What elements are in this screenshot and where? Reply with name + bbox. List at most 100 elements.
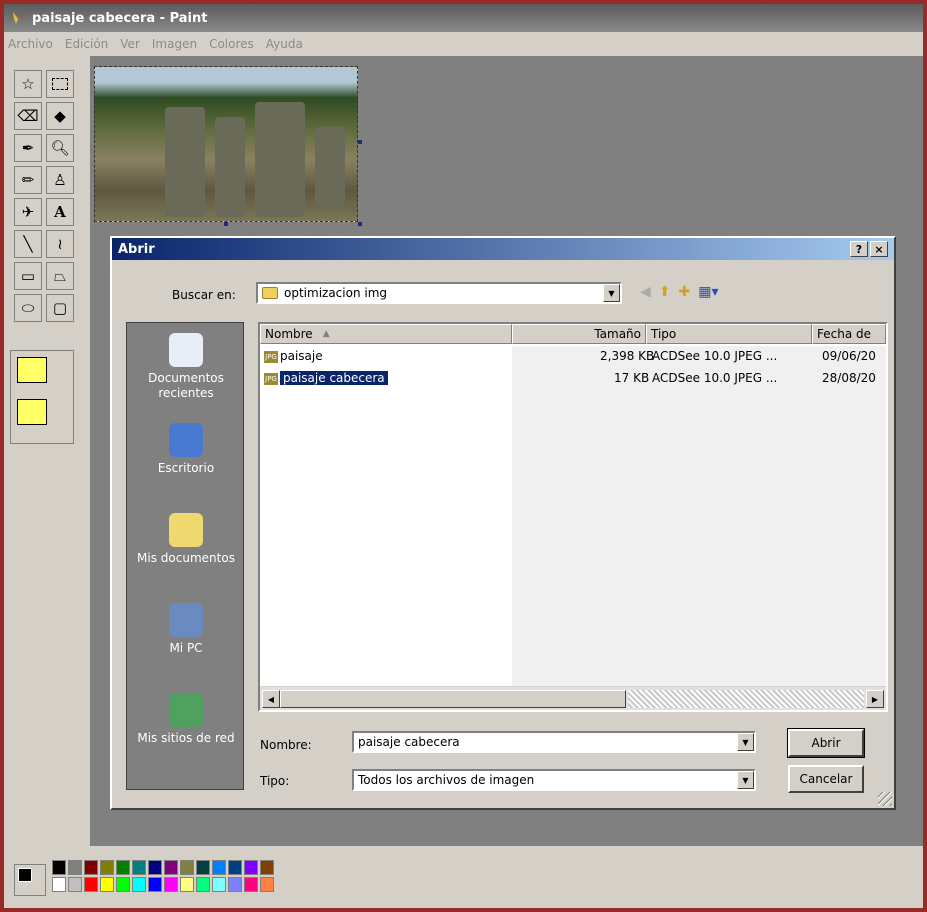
place-recent[interactable]: Documentos recientes [127,333,245,401]
palette-swatch[interactable] [116,877,130,892]
canvas-image[interactable] [94,66,358,222]
nav-toolbar: ◀ ⬆ ✚ ▦▾ [640,284,719,300]
file-row[interactable]: JPG paisaje 2,398 KB ACDSee 10.0 JPEG ...… [260,348,886,366]
menu-ayuda[interactable]: Ayuda [266,37,303,51]
help-button[interactable]: ? [850,241,868,257]
palette-swatch[interactable] [132,877,146,892]
airbrush-tool-icon[interactable]: ✈ [14,198,42,226]
place-my-documents[interactable]: Mis documentos [127,513,245,566]
curve-tool-icon[interactable]: ≀ [46,230,74,258]
file-list[interactable]: Nombre ▲ Tamaño Tipo Fecha de JPG paisaje … [258,322,888,712]
palette-swatch[interactable] [228,877,242,892]
palette-swatch[interactable] [212,877,226,892]
resize-grip[interactable] [878,792,892,806]
open-button[interactable]: Abrir [787,728,865,758]
resize-handle-bottom[interactable] [224,222,228,226]
palette-swatch[interactable] [52,877,66,892]
list-empty-area [512,346,886,686]
palette-swatch[interactable] [132,860,146,875]
opaque-mode-icon[interactable] [17,357,47,383]
palette-swatch[interactable] [164,877,178,892]
horizontal-scrollbar[interactable]: ◀ ▶ [260,686,886,710]
palette-swatch[interactable] [244,877,258,892]
palette-swatch[interactable] [260,877,274,892]
my-documents-icon [169,513,203,547]
menu-ver[interactable]: Ver [120,37,140,51]
line-tool-icon[interactable]: ╲ [14,230,42,258]
cancel-button[interactable]: Cancelar [788,765,864,793]
pencil-tool-icon[interactable]: ✏ [14,166,42,194]
palette-swatch[interactable] [228,860,242,875]
back-icon[interactable]: ◀ [640,284,651,300]
magnifier-tool-icon[interactable]: 🔍︎ [46,134,74,162]
menu-edicion[interactable]: Edición [65,37,108,51]
resize-handle-corner[interactable] [358,222,362,226]
menu-archivo[interactable]: Archivo [8,37,53,51]
column-header-type[interactable]: Tipo [646,324,812,344]
palette-swatch[interactable] [164,860,178,875]
chevron-down-icon[interactable]: ▼ [737,771,754,789]
foreground-color [18,868,32,882]
palette-swatch[interactable] [148,877,162,892]
column-header-size[interactable]: Tamaño [512,324,646,344]
palette-swatch[interactable] [180,860,194,875]
view-menu-icon[interactable]: ▦▾ [698,284,718,300]
palette-swatch[interactable] [196,877,210,892]
menu-colores[interactable]: Colores [209,37,254,51]
scroll-track[interactable] [628,690,864,708]
eraser-tool-icon[interactable]: ⌫ [14,102,42,130]
fill-tool-icon[interactable]: ◆ [46,102,74,130]
color-palette [4,846,923,908]
filename-input[interactable]: paisaje cabecera ▼ [352,731,756,753]
free-select-tool-icon[interactable]: ☆ [14,70,42,98]
palette-swatch[interactable] [100,860,114,875]
palette-swatch[interactable] [52,860,66,875]
dialog-title-bar[interactable]: Abrir [112,238,894,260]
recent-documents-icon [169,333,203,367]
chevron-down-icon[interactable]: ▼ [737,733,754,751]
transparent-mode-icon[interactable] [17,399,47,425]
chevron-down-icon[interactable]: ▼ [603,284,620,302]
scroll-right-icon[interactable]: ▶ [866,690,884,708]
scroll-thumb[interactable] [280,690,626,708]
rounded-rect-tool-icon[interactable]: ▢ [46,294,74,322]
palette-swatch[interactable] [260,860,274,875]
color-picker-tool-icon[interactable]: ✒ [14,134,42,162]
new-folder-icon[interactable]: ✚ [679,284,691,300]
palette-swatch[interactable] [196,860,210,875]
close-button[interactable]: × [870,241,888,257]
rect-select-tool-icon[interactable] [46,70,74,98]
file-row-selected[interactable]: JPG paisaje cabecera 17 KB ACDSee 10.0 JP… [260,370,886,388]
resize-handle-right[interactable] [358,140,362,144]
palette-swatch[interactable] [100,877,114,892]
palette-swatch[interactable] [148,860,162,875]
palette-swatch[interactable] [244,860,258,875]
place-my-pc[interactable]: Mi PC [127,603,245,656]
palette-swatch[interactable] [84,877,98,892]
palette-swatch[interactable] [180,877,194,892]
column-header-date[interactable]: Fecha de [812,324,886,344]
ellipse-tool-icon[interactable]: ⬭ [14,294,42,322]
lookin-select[interactable]: optimizacion img ▼ [256,282,622,304]
menu-imagen[interactable]: Imagen [152,37,197,51]
desktop-icon [169,423,203,457]
title-bar[interactable]: paisaje cabecera - Paint [4,4,923,32]
place-network[interactable]: Mis sitios de red [127,693,245,746]
text-tool-icon[interactable]: A [46,198,74,226]
column-header-name[interactable]: Nombre ▲ [260,324,512,344]
palette-swatch[interactable] [84,860,98,875]
scroll-left-icon[interactable]: ◀ [262,690,280,708]
palette-swatch[interactable] [116,860,130,875]
brush-tool-icon[interactable]: ♙ [46,166,74,194]
lookin-label: Buscar en: [172,288,236,302]
palette-swatch[interactable] [68,877,82,892]
palette-swatch[interactable] [212,860,226,875]
current-colors [14,864,46,896]
polygon-tool-icon[interactable]: ⏢ [46,262,74,290]
place-desktop[interactable]: Escritorio [127,423,245,476]
filetype-select[interactable]: Todos los archivos de imagen ▼ [352,769,756,791]
tool-options-box [10,350,74,444]
palette-swatch[interactable] [68,860,82,875]
rectangle-tool-icon[interactable]: ▭ [14,262,42,290]
up-folder-icon[interactable]: ⬆ [659,284,671,300]
